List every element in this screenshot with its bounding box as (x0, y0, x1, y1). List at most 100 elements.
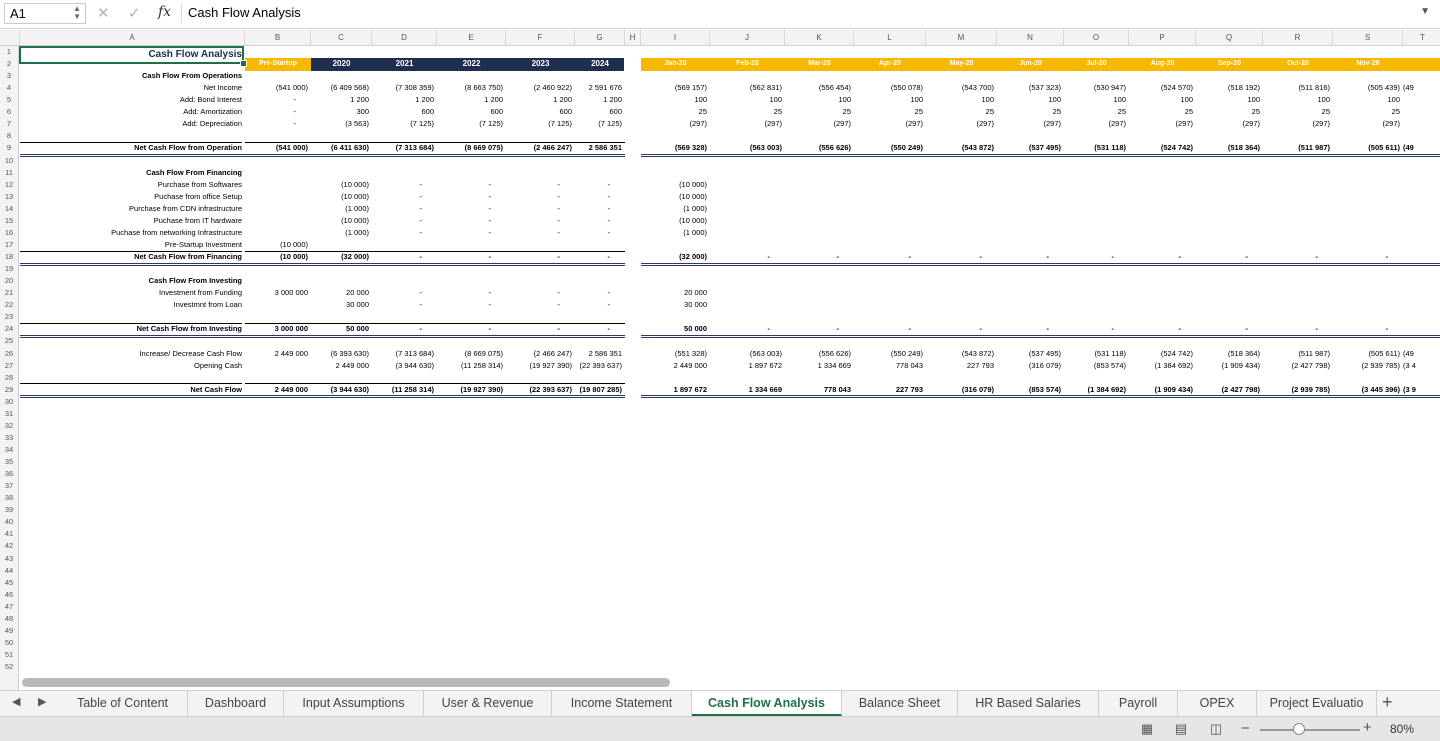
column-header[interactable]: L (854, 30, 926, 45)
row-header[interactable]: 46 (0, 589, 18, 601)
row-header[interactable]: 21 (0, 287, 18, 299)
row-header[interactable]: 14 (0, 203, 18, 215)
page-layout-view-icon[interactable]: ▤ (1172, 721, 1190, 736)
spreadsheet-grid[interactable]: ABCDEFGHIJKLMNOPQRST 1 2 3 4 5 6 7 8 9 10 11 12 13 14… (0, 30, 1440, 690)
row-header[interactable]: 26 (0, 348, 18, 360)
formula-input[interactable]: Cash Flow Analysis (188, 5, 301, 20)
row-header[interactable]: 49 (0, 625, 18, 637)
row-header[interactable]: 40 (0, 516, 18, 528)
column-header[interactable]: S (1333, 30, 1403, 45)
row-header[interactable]: 25 (0, 335, 18, 347)
column-header[interactable]: O (1064, 30, 1129, 45)
row-header[interactable]: 52 (0, 661, 18, 673)
column-header[interactable]: N (997, 30, 1064, 45)
tab-scroll-left-icon[interactable]: ◀ (12, 695, 20, 708)
row-header[interactable]: 31 (0, 408, 18, 420)
sheet-tab[interactable]: Table of Content (58, 691, 188, 716)
row-header[interactable]: 2 (0, 58, 18, 70)
sheet-tab[interactable]: Payroll (1099, 691, 1178, 716)
row-header[interactable]: 47 (0, 601, 18, 613)
row-header[interactable]: 11 (0, 167, 18, 179)
sheet-tab[interactable]: Dashboard (188, 691, 284, 716)
row-header[interactable]: 17 (0, 239, 18, 251)
row-header[interactable]: 13 (0, 191, 18, 203)
row-header[interactable]: 10 (0, 155, 18, 167)
sheet-tab[interactable]: Income Statement (552, 691, 692, 716)
column-header[interactable]: H (625, 30, 641, 45)
row-header[interactable]: 32 (0, 420, 18, 432)
column-header[interactable]: E (437, 30, 506, 45)
zoom-slider[interactable] (1260, 729, 1360, 731)
cancel-icon[interactable]: ✕ (97, 4, 110, 22)
row-header[interactable]: 7 (0, 118, 18, 130)
sheet-tab[interactable]: HR Based Salaries (958, 691, 1099, 716)
column-header[interactable]: D (372, 30, 437, 45)
column-header[interactable]: P (1129, 30, 1196, 45)
row-header[interactable]: 51 (0, 649, 18, 661)
row-header[interactable]: 44 (0, 565, 18, 577)
row-header[interactable]: 39 (0, 504, 18, 516)
enter-check-icon[interactable]: ✓ (128, 4, 141, 22)
row-header[interactable]: 30 (0, 396, 18, 408)
row-header[interactable]: 12 (0, 179, 18, 191)
sheet-tab[interactable]: Cash Flow Analysis (692, 691, 842, 717)
sheet-tab[interactable]: OPEX (1178, 691, 1257, 716)
zoom-in-icon[interactable]: + (1363, 719, 1372, 736)
row-header[interactable]: 29 (0, 384, 18, 396)
row-header[interactable]: 18 (0, 251, 18, 263)
column-header[interactable]: B (245, 30, 311, 45)
row-header[interactable]: 43 (0, 553, 18, 565)
sheet-tab[interactable]: User & Revenue (424, 691, 552, 716)
sheet-tab[interactable]: Project Evaluatio (1257, 691, 1377, 716)
normal-view-icon[interactable]: ▦ (1138, 721, 1156, 736)
row-header[interactable]: 24 (0, 323, 18, 335)
row-header[interactable]: 28 (0, 372, 18, 384)
zoom-slider-thumb[interactable] (1293, 723, 1305, 735)
row-header[interactable]: 34 (0, 444, 18, 456)
row-header[interactable]: 16 (0, 227, 18, 239)
column-header[interactable]: G (575, 30, 625, 45)
column-header[interactable]: R (1263, 30, 1333, 45)
row-header[interactable]: 20 (0, 275, 18, 287)
row-header[interactable]: 15 (0, 215, 18, 227)
column-header[interactable]: M (926, 30, 997, 45)
row-header[interactable]: 42 (0, 540, 18, 552)
column-header[interactable]: K (785, 30, 854, 45)
row-header[interactable]: 1 (0, 46, 18, 58)
row-header[interactable]: 23 (0, 311, 18, 323)
row-header[interactable]: 4 (0, 82, 18, 94)
row-header[interactable]: 9 (0, 142, 18, 154)
add-sheet-icon[interactable]: + (1382, 692, 1393, 713)
name-box-stepper-icon[interactable]: ▲ ▼ (73, 5, 81, 21)
row-header[interactable]: 37 (0, 480, 18, 492)
column-header[interactable]: T (1403, 30, 1440, 45)
horizontal-scrollbar[interactable] (22, 678, 670, 687)
name-box[interactable]: A1 ▲ ▼ (4, 3, 86, 24)
row-header[interactable]: 6 (0, 106, 18, 118)
row-header[interactable]: 45 (0, 577, 18, 589)
column-header[interactable]: Q (1196, 30, 1263, 45)
row-header[interactable]: 36 (0, 468, 18, 480)
row-header[interactable]: 27 (0, 360, 18, 372)
page-break-view-icon[interactable]: ◫ (1207, 721, 1225, 736)
row-header[interactable]: 5 (0, 94, 18, 106)
column-header[interactable]: C (311, 30, 372, 45)
chevron-down-icon[interactable]: ▼ (1420, 6, 1430, 17)
row-header[interactable]: 3 (0, 70, 18, 82)
row-header[interactable]: 22 (0, 299, 18, 311)
row-header[interactable]: 35 (0, 456, 18, 468)
column-header[interactable]: I (641, 30, 710, 45)
row-header[interactable]: 50 (0, 637, 18, 649)
row-header[interactable]: 48 (0, 613, 18, 625)
row-header[interactable]: 41 (0, 528, 18, 540)
zoom-out-icon[interactable]: − (1241, 720, 1250, 737)
sheet-tab[interactable]: Balance Sheet (842, 691, 958, 716)
column-header[interactable]: J (710, 30, 785, 45)
function-icon[interactable]: fx (158, 4, 171, 20)
select-all-corner[interactable] (0, 30, 20, 45)
row-header[interactable]: 19 (0, 263, 18, 275)
row-header[interactable]: 38 (0, 492, 18, 504)
column-header[interactable]: A (20, 30, 245, 45)
column-header[interactable]: F (506, 30, 575, 45)
row-header[interactable]: 8 (0, 130, 18, 142)
